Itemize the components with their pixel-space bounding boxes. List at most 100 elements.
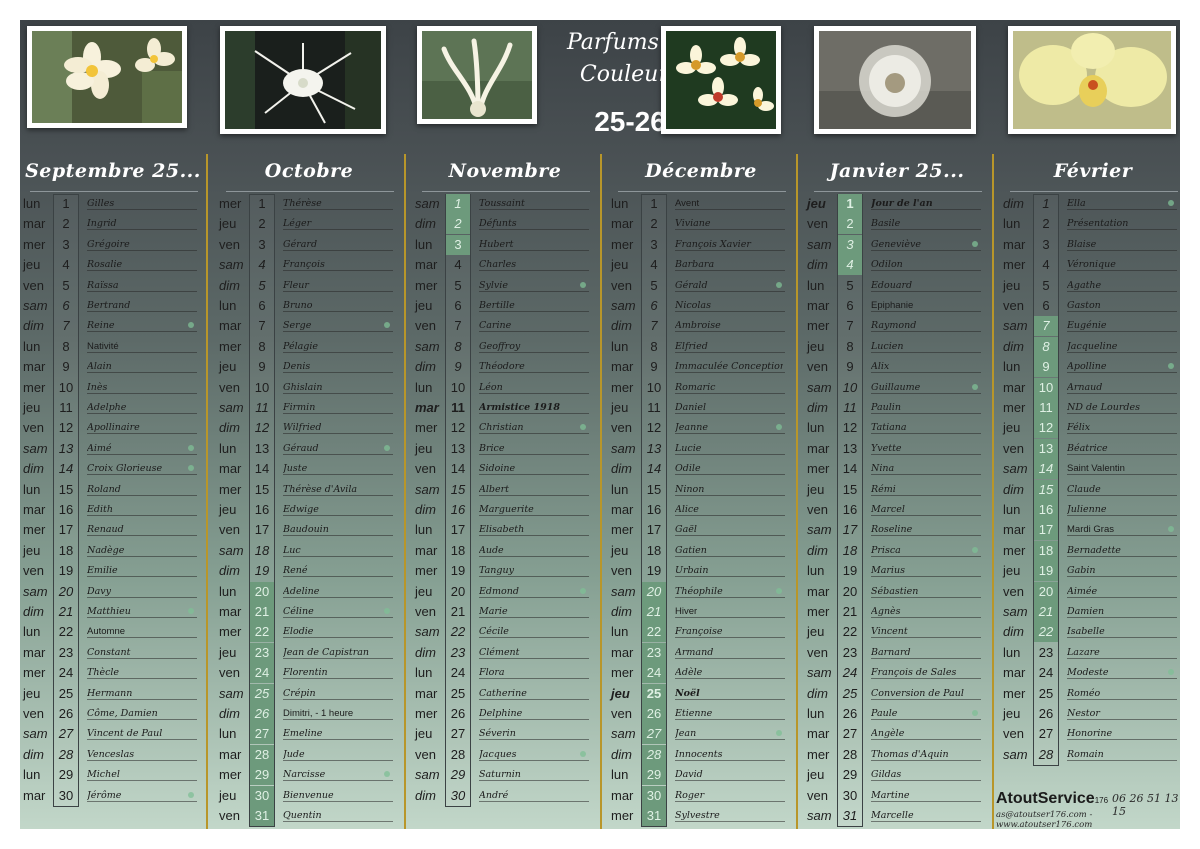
- day-number: 6: [62, 298, 70, 313]
- note-line: [675, 494, 785, 496]
- note-line: [283, 453, 393, 455]
- saint-name: Jeanne: [675, 422, 708, 434]
- day-row: mer 17 Gaël: [608, 520, 794, 540]
- weekday: lun: [23, 624, 41, 640]
- note-line: [479, 515, 589, 516]
- note-line: [1067, 515, 1177, 516]
- note-line: [675, 678, 785, 680]
- day-row: dim 22 Isabelle: [1000, 622, 1180, 643]
- day-number: 24: [450, 665, 466, 681]
- day-number: 4: [1042, 257, 1050, 273]
- saint-name: Geoffroy: [479, 340, 521, 352]
- day-number: 24: [1038, 665, 1054, 681]
- day-number: 12: [254, 420, 270, 436]
- saint-name: Défunts: [479, 218, 517, 230]
- day-row: dim 12 Wilfried: [216, 418, 402, 438]
- day-number: 18: [1034, 540, 1058, 561]
- day-number: 5: [62, 277, 70, 293]
- note-line: [871, 331, 981, 333]
- saint-name: Basile: [871, 218, 901, 230]
- weekday: ven: [415, 604, 436, 619]
- day-number: 21: [842, 604, 858, 619]
- note-line: [1067, 413, 1177, 414]
- day-row: ven 21 Marie: [412, 602, 598, 622]
- saint-name: Christian: [479, 422, 524, 434]
- day-row: sam 20 Théophile: [608, 581, 794, 602]
- weekday: jeu: [1003, 706, 1021, 721]
- day-row: lun 22 Françoise: [608, 622, 794, 643]
- weekday: jeu: [807, 338, 825, 354]
- note-line: [871, 453, 981, 455]
- note-line: [283, 209, 393, 210]
- month-column-septembre: Septembre 25... lun 1 Gilles mar 2 Ingrid mer 3…: [20, 154, 206, 829]
- note-line: [479, 617, 589, 618]
- saint-name: Vincent de Paul: [87, 728, 163, 740]
- weekday: dim: [611, 604, 632, 619]
- day-number: 18: [254, 542, 270, 558]
- day-number: 22: [1034, 622, 1058, 643]
- day-row: mar 23 Constant: [20, 643, 206, 663]
- month-column-octobre: Octobre mer 1 Thérèse jeu 2 Léger ven 3 Gérard sa…: [216, 154, 402, 829]
- day-number: 24: [642, 663, 666, 684]
- day-row: lun 23 Lazare: [1000, 643, 1180, 663]
- note-line: [1067, 474, 1177, 476]
- weekday: mar: [23, 787, 46, 803]
- weekday: dim: [611, 318, 632, 334]
- weekday: sam: [415, 767, 440, 783]
- saint-name: Saturnin: [479, 769, 521, 781]
- saint-name: Carine: [479, 320, 512, 332]
- day-number: 30: [842, 787, 858, 803]
- day-row: ven 2 Basile: [804, 214, 990, 235]
- weekday: dim: [23, 461, 44, 477]
- saint-name: Paule: [871, 708, 898, 719]
- note-line: [871, 290, 981, 292]
- note-line: [675, 413, 785, 414]
- day-number: 1: [1042, 196, 1050, 211]
- note-line: [283, 372, 393, 374]
- note-line: [1067, 331, 1177, 333]
- saint-name: Raymond: [871, 320, 917, 332]
- weekday: sam: [611, 298, 636, 313]
- saint-name: Léon: [479, 381, 503, 393]
- note-line: [479, 494, 589, 496]
- day-row: mer 31 Sylvestre: [608, 806, 794, 826]
- weekday: jeu: [415, 583, 433, 599]
- weekday: jeu: [807, 624, 825, 640]
- note-line: [283, 657, 393, 659]
- saint-name: Nativité: [87, 340, 119, 352]
- day-number: 7: [62, 318, 70, 334]
- day-row: dim 4 Odilon: [804, 255, 990, 276]
- weekday: jeu: [415, 298, 433, 313]
- weekday: lun: [415, 522, 433, 538]
- day-number: 27: [250, 724, 274, 745]
- day-number: 18: [646, 542, 662, 558]
- saint-name: Davy: [87, 585, 112, 597]
- note-line: [871, 413, 981, 414]
- weekday: jeu: [415, 440, 433, 456]
- saint-name: Gilles: [87, 198, 115, 209]
- weekday: jeu: [807, 196, 826, 211]
- day-row: dim 9 Théodore: [412, 357, 598, 377]
- day-number: 23: [450, 644, 466, 660]
- day-row: mar 17 Mardi Gras: [1000, 520, 1180, 541]
- weekday: jeu: [23, 400, 41, 415]
- weekday: dim: [23, 318, 44, 334]
- weekday: sam: [807, 522, 832, 538]
- note-line: [283, 311, 393, 312]
- month-column-fevrier: Février dim 1 Ella lun 2 Présentation mar 3 Blai…: [1000, 154, 1180, 829]
- note-line: [479, 780, 589, 782]
- note-line: [87, 474, 197, 476]
- note-line: [1067, 229, 1177, 231]
- day-row: mer 8 Pélagie: [216, 337, 402, 357]
- day-row: mar 10 Arnaud: [1000, 377, 1180, 398]
- day-number: 11: [451, 400, 465, 415]
- day-row: lun 1 Avent: [608, 194, 794, 214]
- saint-name: Roger: [675, 789, 705, 801]
- day-row: jeu 18 Gatien: [608, 541, 794, 561]
- note-line: [675, 576, 785, 578]
- weekday: lun: [415, 236, 433, 252]
- day-row: sam 1 Toussaint: [412, 194, 598, 214]
- weekday: ven: [415, 318, 436, 334]
- saint-name: Daniel: [675, 402, 707, 413]
- weekday: dim: [23, 604, 44, 619]
